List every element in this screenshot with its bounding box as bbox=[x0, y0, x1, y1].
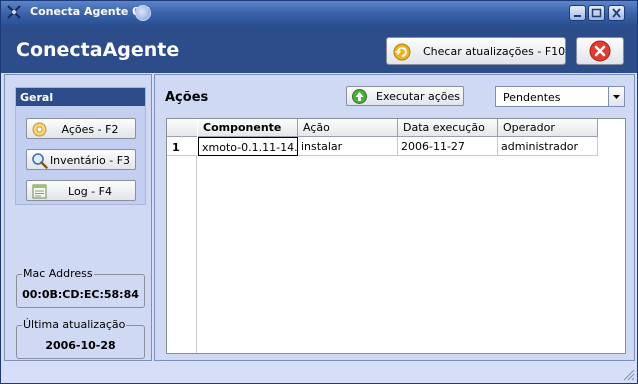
app-name: ConectaAgente bbox=[16, 39, 180, 61]
app-icon bbox=[7, 5, 21, 19]
check-updates-button[interactable]: Checar atualizações - F10 bbox=[386, 37, 566, 65]
table-cell[interactable]: 2006-11-27 bbox=[398, 137, 498, 156]
maximize-button[interactable] bbox=[588, 5, 605, 21]
log-label: Log - F4 bbox=[68, 185, 112, 198]
dropdown-button[interactable] bbox=[608, 87, 624, 106]
geral-section: Geral Ações - F2 Inventário - F3 Log - F… bbox=[15, 87, 146, 205]
column-header-operador[interactable]: Operador bbox=[498, 119, 598, 137]
sidebar: Geral Ações - F2 Inventário - F3 Log - F… bbox=[4, 74, 152, 361]
actions-panel: Ações Executar ações Pendentes Component… bbox=[154, 74, 635, 361]
last-update-value: 2006-10-28 bbox=[45, 339, 116, 352]
window-title: Conecta Agente 0.1 bbox=[30, 5, 152, 18]
table-cell[interactable]: xmoto-0.1.11-14.i5 bbox=[198, 137, 298, 156]
status-filter-value: Pendentes bbox=[503, 91, 561, 104]
check-updates-label: Checar atualizações - F10 bbox=[423, 45, 566, 58]
panel-title: Ações bbox=[165, 90, 209, 105]
update-arrow-icon bbox=[393, 43, 411, 61]
exit-icon bbox=[589, 40, 611, 62]
column-header-data-execucao[interactable]: Data execução bbox=[398, 119, 498, 137]
exit-button[interactable] bbox=[576, 37, 624, 65]
close-icon bbox=[612, 8, 621, 18]
mac-address-value: 00:0B:CD:EC:58:84 bbox=[22, 288, 139, 301]
actions-button[interactable]: Ações - F2 bbox=[26, 118, 136, 139]
maximize-icon bbox=[591, 8, 602, 18]
chevron-down-icon bbox=[613, 95, 620, 99]
minimize-button[interactable] bbox=[569, 5, 586, 21]
app-window: Conecta Agente 0.1 ConectaAgente Checar … bbox=[0, 0, 638, 384]
status-filter-select[interactable]: Pendentes bbox=[495, 86, 625, 107]
table-corner bbox=[167, 119, 197, 137]
actions-table[interactable]: Componente Ação Data execução Operador 1… bbox=[166, 118, 626, 354]
close-window-button[interactable] bbox=[608, 5, 625, 21]
up-arrow-icon bbox=[352, 89, 367, 104]
last-update-group: Última atualização 2006-10-28 bbox=[16, 318, 145, 359]
last-update-legend: Última atualização bbox=[22, 318, 127, 331]
inventory-label: Inventário - F3 bbox=[49, 154, 131, 167]
table-cell[interactable]: administrador bbox=[498, 137, 598, 156]
execute-actions-button[interactable]: Executar ações bbox=[346, 86, 464, 106]
title-bar[interactable]: Conecta Agente 0.1 bbox=[1, 1, 637, 25]
log-button[interactable]: Log - F4 bbox=[26, 180, 136, 201]
column-header-acao[interactable]: Ação bbox=[298, 119, 398, 137]
geral-section-title: Geral bbox=[16, 88, 145, 106]
inventory-button[interactable]: Inventário - F3 bbox=[26, 149, 136, 170]
table-cell[interactable]: instalar bbox=[298, 137, 398, 156]
actions-label: Ações - F2 bbox=[61, 123, 119, 136]
resize-grip-icon[interactable] bbox=[623, 369, 635, 381]
window-menu-icon[interactable] bbox=[135, 5, 151, 21]
minimize-icon bbox=[574, 15, 581, 17]
mac-address-group: Mac Address 00:0B:CD:EC:58:84 bbox=[16, 267, 145, 308]
row-number[interactable]: 1 bbox=[167, 137, 197, 156]
execute-actions-label: Executar ações bbox=[376, 90, 460, 103]
mac-address-legend: Mac Address bbox=[22, 267, 94, 280]
column-header-componente[interactable]: Componente bbox=[198, 119, 298, 137]
